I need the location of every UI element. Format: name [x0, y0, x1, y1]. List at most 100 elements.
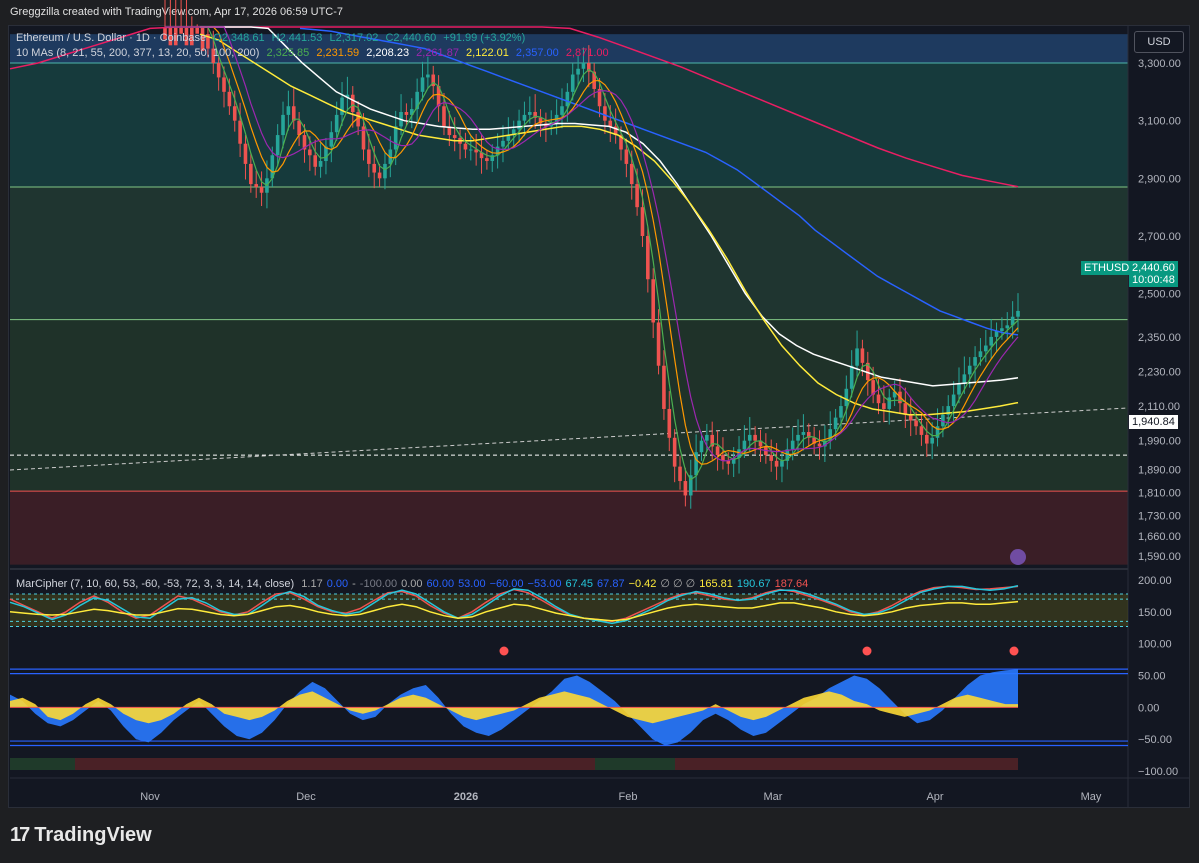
candle-body	[887, 397, 892, 409]
osc-axis-label: 200.00	[1138, 575, 1172, 587]
price-axis-label: 2,700.00	[1138, 231, 1181, 243]
candle-body	[640, 207, 645, 236]
candle-body	[442, 106, 446, 127]
candle-body	[930, 437, 934, 444]
candle-body	[281, 114, 285, 136]
candle-body	[603, 106, 607, 121]
candle-body	[844, 388, 849, 407]
candle-body	[855, 348, 859, 366]
candle-body	[485, 158, 489, 162]
candle-body	[667, 408, 672, 438]
marcipher-value: 187.64	[774, 578, 809, 590]
candle-body	[790, 440, 795, 450]
candle-body	[672, 437, 677, 467]
candle-body	[243, 143, 248, 164]
price-badge: 2,440.60 10:00:48	[1129, 261, 1178, 287]
marcipher-value: 67.45	[565, 578, 594, 590]
ma-value: 2,357.00	[515, 47, 559, 59]
marcipher-value: 190.67	[736, 578, 771, 590]
candle-body	[678, 466, 682, 482]
bias-strip	[10, 758, 1018, 770]
candle-body	[463, 143, 468, 150]
last-price: 2,440.60	[1132, 262, 1175, 274]
price-zone	[10, 491, 1128, 565]
marcipher-value: 1.17	[301, 578, 323, 590]
candle-body	[780, 460, 784, 467]
candle-body	[297, 120, 301, 136]
candle-body	[683, 481, 688, 496]
osc-axis-label: 50.00	[1138, 671, 1166, 683]
candle-body	[522, 114, 527, 121]
ma-value: 2,231.59	[316, 47, 360, 59]
candle-body	[919, 426, 924, 435]
candle-body	[286, 106, 291, 115]
osc-axis-label: −50.00	[1138, 734, 1172, 746]
candle-body	[957, 383, 961, 395]
candle-body	[903, 403, 908, 415]
marcipher-legend: MarCipher (7, 10, 60, 53, -60, -53, 72, …	[16, 577, 812, 590]
candle-body	[560, 106, 564, 115]
close-value: C2,440.60	[385, 32, 437, 44]
candle-body	[501, 140, 505, 147]
candle-body	[656, 322, 661, 366]
marcipher-value: 0.00	[401, 578, 423, 590]
marcipher-value: −53.00	[527, 578, 562, 590]
price-axis-label: 1,730.00	[1138, 511, 1181, 523]
candle-body	[377, 172, 382, 179]
candle-body	[393, 126, 398, 150]
ma-value: 2,871.00	[565, 47, 609, 59]
time-axis-label: May	[1081, 791, 1102, 803]
candle-body	[833, 417, 838, 430]
candle-body	[962, 374, 967, 384]
ma-value: 2,122.01	[466, 47, 509, 59]
candle-body	[565, 91, 570, 107]
marcipher-value: 53.00	[458, 578, 486, 590]
candle-body	[238, 120, 242, 144]
candle-body	[254, 184, 259, 187]
currency-selector[interactable]: USD	[1134, 31, 1184, 53]
candle-body	[699, 440, 704, 453]
candle-body	[222, 77, 226, 92]
candle-body	[318, 161, 323, 167]
ma-value: 2,325.85	[266, 47, 310, 59]
time-axis-label: Feb	[619, 791, 638, 803]
candle-body	[817, 443, 822, 447]
candle-body	[232, 106, 237, 121]
marcipher-value: 0.00	[326, 578, 349, 590]
osc-axis-label: 100.00	[1138, 639, 1172, 651]
candle-body	[227, 91, 232, 107]
price-axis-label: 2,500.00	[1138, 289, 1181, 301]
high-value: H2,441.53	[271, 32, 323, 44]
tradingview-brand[interactable]: 17 TradingView	[10, 824, 152, 847]
price-axis-label: 1,890.00	[1138, 465, 1181, 477]
osc-axis-label: −100.00	[1138, 766, 1178, 778]
candle-body	[646, 235, 650, 280]
candle-body	[839, 406, 843, 418]
candle-body	[275, 135, 280, 156]
candle-body	[715, 446, 720, 456]
candle-body	[978, 351, 983, 358]
symbol-badge: ETHUSD	[1081, 261, 1133, 275]
chart-canvas[interactable]: 3,300.00 3,100.00 2,900.00 2,700.00 2,500.00…	[0, 0, 1199, 863]
marcipher-value: 67.87	[597, 578, 625, 590]
candle-body	[404, 112, 409, 115]
time-axis-label: Dec	[296, 791, 316, 803]
price-axis-label: 1,990.00	[1138, 436, 1181, 448]
price-axis-label: 2,350.00	[1138, 332, 1181, 344]
time-axis-label: 2026	[454, 791, 478, 803]
ma-legend: 10 MAs (8, 21, 55, 200, 377, 13, 20, 50,…	[16, 47, 613, 59]
candle-body	[624, 149, 629, 164]
marcipher-value: -	[352, 578, 356, 590]
bias-strip	[595, 758, 675, 770]
price-axis-label: 1,660.00	[1138, 531, 1181, 543]
signal-dot	[1009, 646, 1019, 656]
marcipher-value: ∅ ∅ ∅	[660, 578, 696, 590]
candle-body	[1000, 328, 1004, 332]
price-axis-label: 2,230.00	[1138, 366, 1181, 378]
candle-body	[340, 97, 344, 115]
time-axis-label: Nov	[140, 791, 160, 803]
candle-body	[383, 163, 387, 179]
brand-name: TradingView	[34, 824, 152, 846]
price-axis-label: 2,110.00	[1138, 401, 1180, 413]
candle-body	[334, 114, 339, 133]
